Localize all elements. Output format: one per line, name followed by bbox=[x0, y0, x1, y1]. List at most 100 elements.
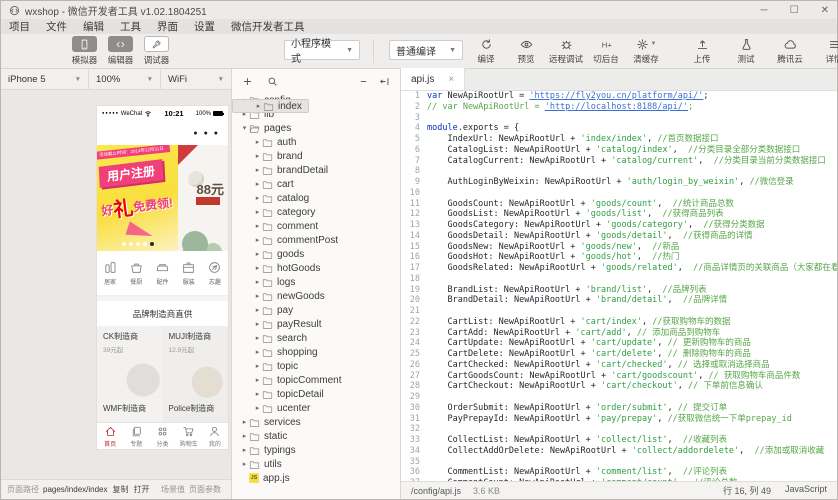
category-志趣[interactable]: 志趣 bbox=[202, 260, 228, 286]
tree-item-pages[interactable]: ▾pages bbox=[232, 121, 400, 135]
chevron-right-icon[interactable]: ▸ bbox=[253, 166, 262, 174]
close-tab-icon[interactable]: × bbox=[448, 74, 454, 85]
menu-item-7[interactable]: 微信开发者工具 bbox=[231, 19, 305, 34]
chevron-right-icon[interactable]: ▸ bbox=[240, 418, 249, 426]
open-path-button[interactable]: 打开 bbox=[134, 484, 150, 495]
language-mode[interactable]: JavaScript bbox=[785, 484, 827, 497]
close-button[interactable]: ✕ bbox=[821, 5, 829, 16]
code-line[interactable]: 2// var NewApiRootUrl = 'http://localhos… bbox=[401, 102, 837, 113]
code-line[interactable]: 20 BrandDetail: NewApiRootUrl + 'brand/d… bbox=[401, 295, 837, 306]
category-配件[interactable]: 配件 bbox=[149, 260, 175, 286]
tree-item-commentPost[interactable]: ▸commentPost bbox=[232, 233, 400, 247]
menu-item-3[interactable]: 编辑 bbox=[83, 19, 104, 34]
code-line[interactable]: 8 bbox=[401, 166, 837, 177]
action-远程调试[interactable]: 远程调试 bbox=[547, 36, 585, 65]
category-服装[interactable]: 服装 bbox=[176, 260, 202, 286]
code-line[interactable]: 10 bbox=[401, 188, 837, 199]
chevron-right-icon[interactable]: ▸ bbox=[253, 334, 262, 342]
chevron-right-icon[interactable]: ▸ bbox=[253, 236, 262, 244]
copy-path-button[interactable]: 复制 bbox=[113, 484, 129, 495]
code-line[interactable]: 36 CommentList: NewApiRootUrl + 'comment… bbox=[401, 467, 837, 478]
phone-tab-我的[interactable]: 我的 bbox=[202, 423, 228, 449]
chevron-right-icon[interactable]: ▸ bbox=[240, 432, 249, 440]
compile-mode-select[interactable]: 普通编译▼ bbox=[389, 40, 463, 60]
chevron-right-icon[interactable]: ▸ bbox=[253, 250, 262, 258]
tree-item-utils[interactable]: ▸utils bbox=[232, 457, 400, 471]
chevron-right-icon[interactable]: ▸ bbox=[253, 138, 262, 146]
chevron-right-icon[interactable]: ▸ bbox=[253, 306, 262, 314]
phone-tab-购物车[interactable]: 购物车 bbox=[176, 423, 202, 449]
code-line[interactable]: 27 CartGoodsCount: NewApiRootUrl + 'cart… bbox=[401, 371, 837, 382]
tree-item-typings[interactable]: ▸typings bbox=[232, 443, 400, 457]
minimize-button[interactable]: ─ bbox=[761, 5, 768, 16]
chevron-right-icon[interactable]: ▸ bbox=[253, 292, 262, 300]
code-line[interactable]: 13 GoodsCategory: NewApiRootUrl + 'goods… bbox=[401, 220, 837, 231]
code-line[interactable]: 11 GoodsCount: NewApiRootUrl + 'goods/co… bbox=[401, 199, 837, 210]
code-line[interactable]: 3 bbox=[401, 113, 837, 124]
code-line[interactable]: 17 GoodsRelated: NewApiRootUrl + 'goods/… bbox=[401, 263, 837, 274]
code-line[interactable]: 32 bbox=[401, 424, 837, 435]
banner-register[interactable]: 活动截止时间：2014年12月31日 用户注册 好礼免费领! bbox=[97, 145, 178, 251]
code-editor[interactable]: 1var NewApiRootUrl = 'https://fly2you.cn… bbox=[401, 91, 837, 481]
network-select[interactable]: WiFi▼ bbox=[161, 69, 231, 89]
tree-item-newGoods[interactable]: ▸newGoods bbox=[232, 289, 400, 303]
code-line[interactable]: 31 PayPrepayId: NewApiRootUrl + 'pay/pre… bbox=[401, 414, 837, 425]
phone-tab-首页[interactable]: 首页 bbox=[97, 423, 123, 449]
collapse-all-icon[interactable] bbox=[358, 76, 369, 87]
tree-item-search[interactable]: ▸search bbox=[232, 331, 400, 345]
code-line[interactable]: 35 bbox=[401, 457, 837, 468]
chevron-right-icon[interactable]: ▸ bbox=[253, 222, 262, 230]
action-详情[interactable]: 详情 bbox=[815, 36, 838, 65]
action-切后台[interactable]: H+切后台 bbox=[587, 36, 625, 65]
chevron-right-icon[interactable]: ▸ bbox=[253, 264, 262, 272]
chevron-right-icon[interactable]: ▸ bbox=[254, 102, 263, 110]
tab-api-js[interactable]: api.js× bbox=[401, 68, 465, 90]
chevron-down-icon[interactable]: ▾ bbox=[240, 124, 249, 132]
menu-item-5[interactable]: 界面 bbox=[157, 19, 178, 34]
tree-item-payResult[interactable]: ▸payResult bbox=[232, 317, 400, 331]
tree-item-topicComment[interactable]: ▸topicComment bbox=[232, 373, 400, 387]
code-line[interactable]: 18 bbox=[401, 274, 837, 285]
tree-item-topic[interactable]: ▸topic bbox=[232, 359, 400, 373]
menu-item-2[interactable]: 文件 bbox=[46, 19, 67, 34]
tree-item-hotGoods[interactable]: ▸hotGoods bbox=[232, 261, 400, 275]
action-预览[interactable]: 预览 bbox=[507, 36, 545, 65]
code-line[interactable]: 33 CollectList: NewApiRootUrl + 'collect… bbox=[401, 435, 837, 446]
code-line[interactable]: 25 CartDelete: NewApiRootUrl + 'cart/del… bbox=[401, 349, 837, 360]
scene-value-button[interactable]: 场景值 bbox=[161, 484, 185, 495]
chevron-right-icon[interactable]: ▸ bbox=[253, 376, 262, 384]
wrench-icon[interactable] bbox=[144, 36, 169, 52]
action-腾讯云[interactable]: 腾讯云 bbox=[771, 36, 809, 65]
category-餐厨[interactable]: 餐厨 bbox=[123, 260, 149, 286]
chevron-right-icon[interactable]: ▸ bbox=[253, 348, 262, 356]
code-line[interactable]: 26 CartChecked: NewApiRootUrl + 'cart/ch… bbox=[401, 360, 837, 371]
brand-card-CK制造商[interactable]: CK制造商39元起 bbox=[97, 326, 163, 398]
code-line[interactable]: 12 GoodsList: NewApiRootUrl + 'goods/lis… bbox=[401, 209, 837, 220]
tree-item-services[interactable]: ▸services bbox=[232, 415, 400, 429]
code-line[interactable]: 9 AuthLoginByWeixin: NewApiRootUrl + 'au… bbox=[401, 177, 837, 188]
chevron-right-icon[interactable]: ▸ bbox=[240, 460, 249, 468]
code-line[interactable]: 34 CollectAddOrDelete: NewApiRootUrl + '… bbox=[401, 446, 837, 457]
page-params-button[interactable]: 页面参数 bbox=[189, 484, 221, 495]
chevron-right-icon[interactable]: ▸ bbox=[253, 278, 262, 286]
category-居家[interactable]: 居家 bbox=[97, 260, 123, 286]
tree-item-ucenter[interactable]: ▸ucenter bbox=[232, 401, 400, 415]
code-line[interactable]: 30 OrderSubmit: NewApiRootUrl + 'order/s… bbox=[401, 403, 837, 414]
menu-item-1[interactable]: 项目 bbox=[9, 19, 30, 34]
tree-item-app.js[interactable]: JSapp.js bbox=[232, 471, 400, 485]
chevron-right-icon[interactable]: ▸ bbox=[253, 390, 262, 398]
tree-item-logs[interactable]: ▸logs bbox=[232, 275, 400, 289]
chevron-right-icon[interactable]: ▸ bbox=[253, 194, 262, 202]
tree-item-index[interactable]: ▸index bbox=[232, 99, 309, 113]
chevron-right-icon[interactable]: ▸ bbox=[253, 320, 262, 328]
code-line[interactable]: 6 CatalogList: NewApiRootUrl + 'catalog/… bbox=[401, 145, 837, 156]
code-line[interactable]: 1var NewApiRootUrl = 'https://fly2you.cn… bbox=[401, 91, 837, 102]
tree-item-brandDetail[interactable]: ▸brandDetail bbox=[232, 163, 400, 177]
code-line[interactable]: 16 GoodsHot: NewApiRootUrl + 'goods/hot'… bbox=[401, 252, 837, 263]
tree-item-static[interactable]: ▸static bbox=[232, 429, 400, 443]
code-line[interactable]: 5 IndexUrl: NewApiRootUrl + 'index/index… bbox=[401, 134, 837, 145]
code-line[interactable]: 28 CartCheckout: NewApiRootUrl + 'cart/c… bbox=[401, 381, 837, 392]
code-line[interactable]: 22 CartList: NewApiRootUrl + 'cart/index… bbox=[401, 317, 837, 328]
more-menu-icon[interactable]: ● ● ● bbox=[193, 130, 220, 137]
code-line[interactable]: 19 BrandList: NewApiRootUrl + 'brand/lis… bbox=[401, 285, 837, 296]
